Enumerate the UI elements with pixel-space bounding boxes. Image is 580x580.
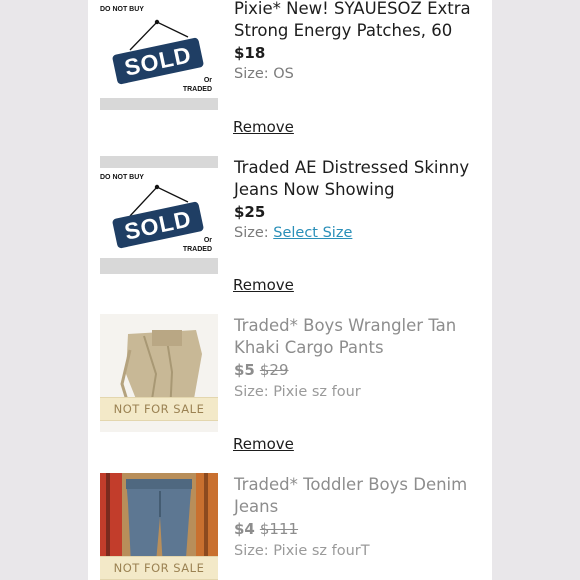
item-title[interactable]: Traded AE Distressed Skinny Jeans Now Sh… bbox=[234, 157, 484, 201]
item-thumbnail[interactable]: NOT FOR SALE bbox=[100, 473, 218, 580]
item-title[interactable]: Pixie* New! SYAUESOZ Extra Strong Energy… bbox=[234, 0, 484, 42]
image-bottom-strip bbox=[100, 258, 218, 274]
remove-button[interactable]: Remove bbox=[233, 276, 294, 294]
remove-button[interactable]: Remove bbox=[233, 118, 294, 136]
not-for-sale-badge: NOT FOR SALE bbox=[100, 397, 218, 421]
item-size: Size: Select Size bbox=[234, 225, 352, 241]
or-label: Or bbox=[203, 77, 212, 84]
item-title[interactable]: Traded* Toddler Boys Denim Jeans bbox=[234, 474, 484, 518]
original-price: $111 bbox=[259, 520, 299, 538]
or-traded-text: Or TRADED bbox=[183, 76, 212, 94]
sold-image: DO NOT BUY SOLD Or TRADED bbox=[100, 0, 218, 110]
item-thumbnail[interactable]: DO NOT BUY SOLD Or TRADED bbox=[100, 0, 218, 110]
item-thumbnail[interactable]: DO NOT BUY SOLD Or TRADED bbox=[100, 156, 218, 274]
not-for-sale-badge: NOT FOR SALE bbox=[100, 556, 218, 580]
cart-list: DO NOT BUY SOLD Or TRADED Pixie* New! SY… bbox=[88, 0, 492, 580]
item-size: Size: OS bbox=[234, 66, 294, 82]
item-title[interactable]: Traded* Boys Wrangler Tan Khaki Cargo Pa… bbox=[234, 315, 484, 359]
sold-image: DO NOT BUY SOLD Or TRADED bbox=[100, 156, 218, 274]
item-price: $25 bbox=[234, 203, 266, 221]
item-thumbnail[interactable]: NOT FOR SALE bbox=[100, 314, 218, 432]
remove-button[interactable]: Remove bbox=[233, 435, 294, 453]
item-price: $18 bbox=[234, 44, 266, 62]
traded-label: TRADED bbox=[182, 86, 212, 93]
or-label: Or bbox=[203, 237, 212, 244]
item-price: $5 $29 bbox=[234, 361, 289, 379]
traded-label: TRADED bbox=[182, 246, 212, 253]
select-size-link[interactable]: Select Size bbox=[273, 225, 352, 241]
size-label: Size: bbox=[234, 225, 269, 241]
current-price: $4 bbox=[234, 520, 255, 538]
item-size: Size: Pixie sz fourT bbox=[234, 543, 370, 559]
or-traded-text: Or TRADED bbox=[183, 236, 212, 254]
original-price: $29 bbox=[259, 361, 289, 379]
item-price: $4 $111 bbox=[234, 520, 298, 538]
current-price: $5 bbox=[234, 361, 255, 379]
image-bottom-strip bbox=[100, 98, 218, 110]
item-size: Size: Pixie sz four bbox=[234, 384, 361, 400]
